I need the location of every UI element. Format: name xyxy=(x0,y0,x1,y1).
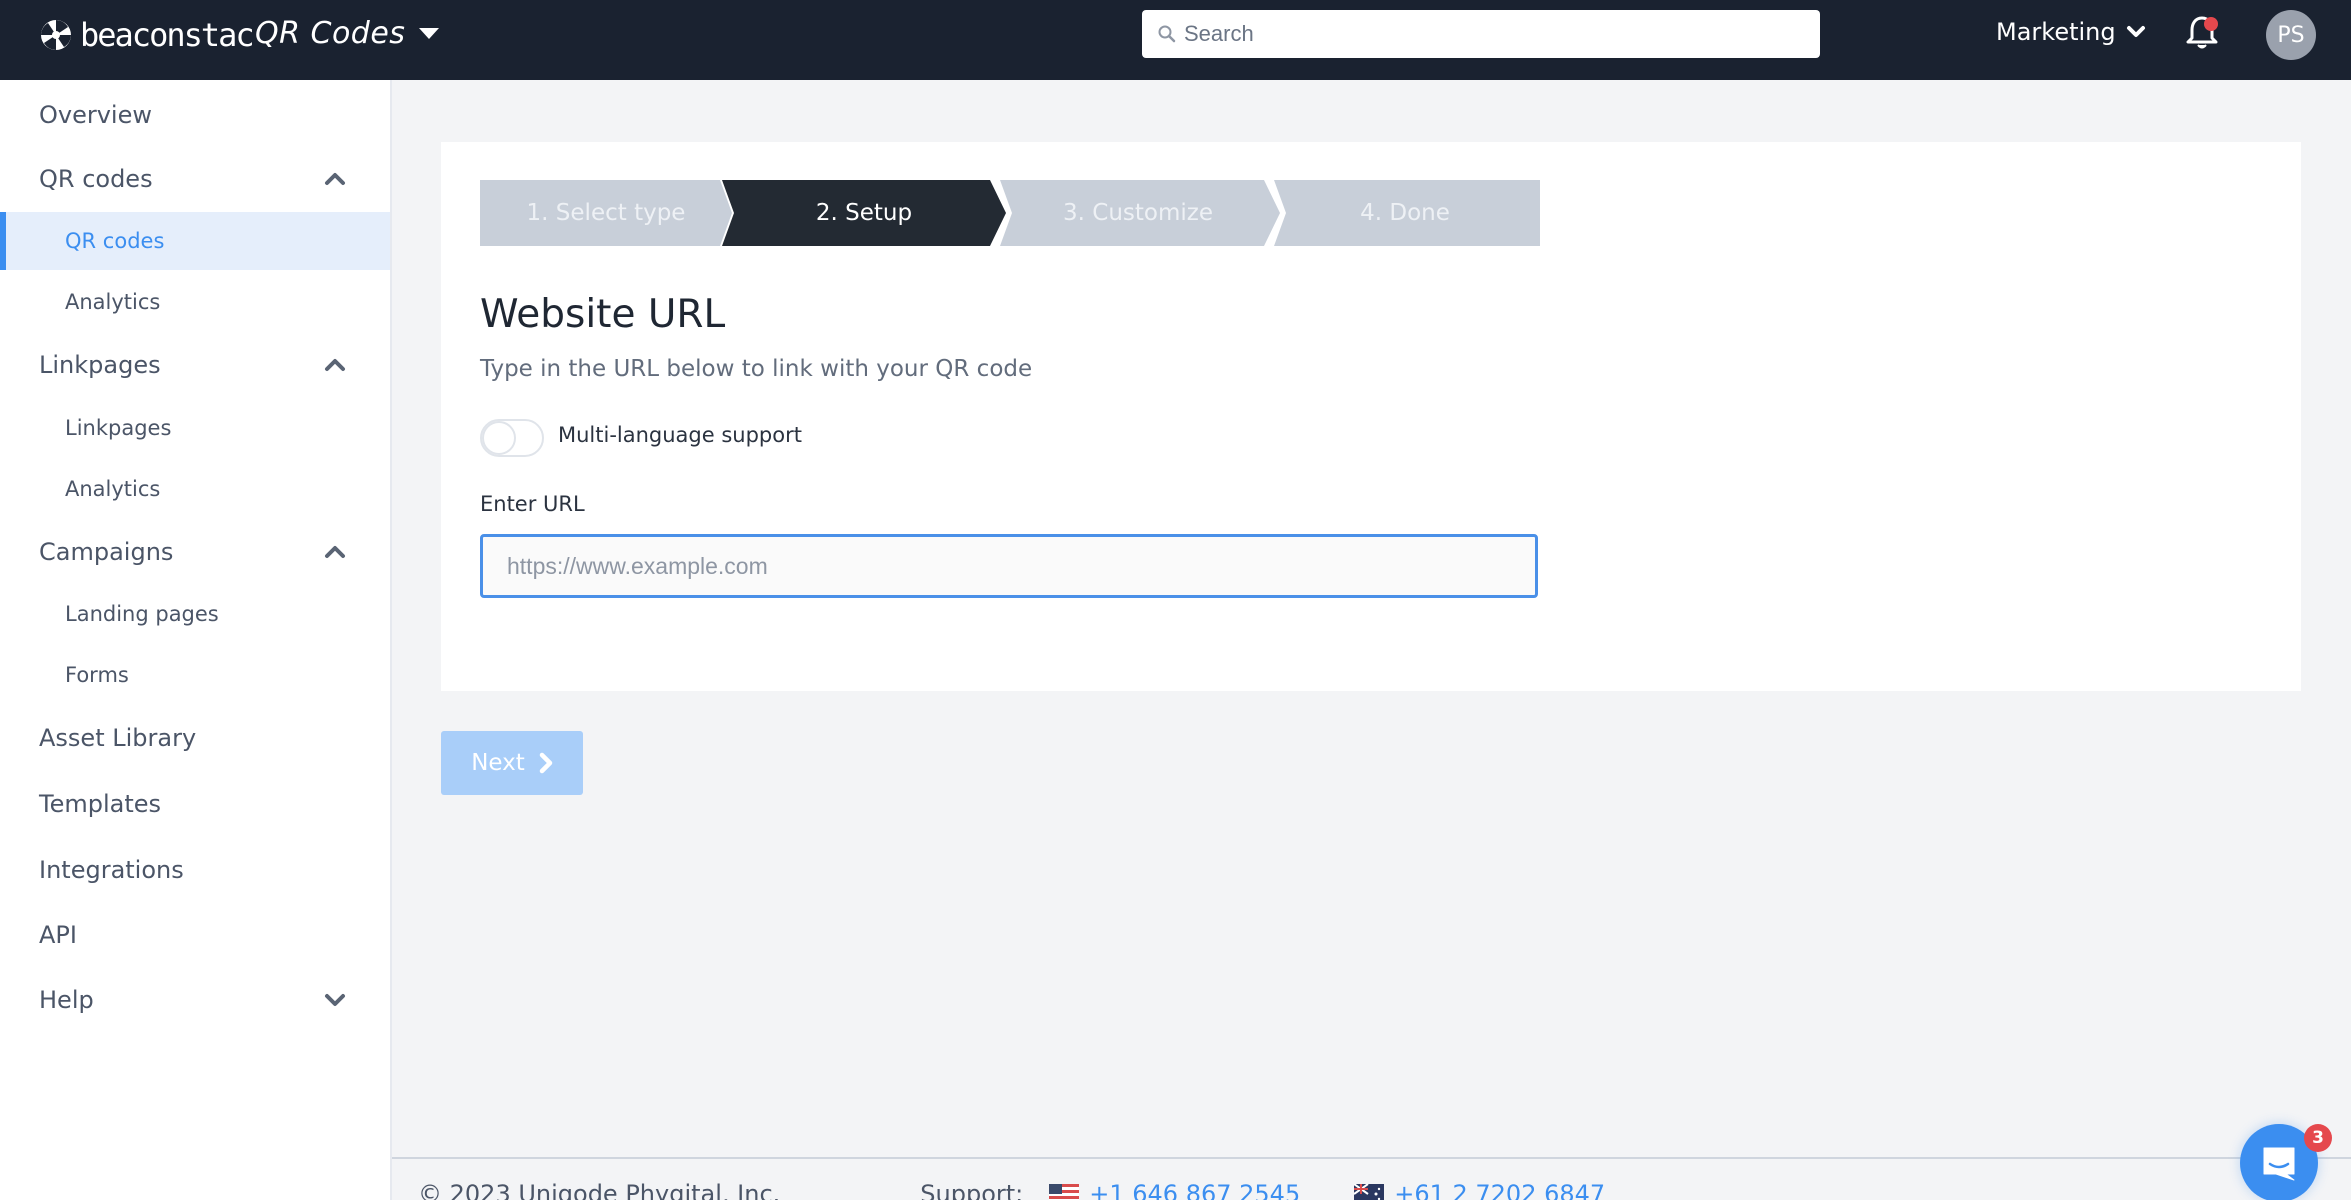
step-label: 2. Setup xyxy=(815,200,913,226)
step-done: 4. Done xyxy=(1270,180,1540,246)
chat-unread-count: 3 xyxy=(2312,1128,2324,1148)
chevron-up-icon xyxy=(325,546,345,558)
caret-down-icon xyxy=(419,28,440,39)
sidebar-item-overview[interactable]: Overview xyxy=(0,90,390,140)
workspace-dropdown[interactable]: Marketing xyxy=(1996,18,2146,46)
sidebar-item-label: QR codes xyxy=(65,229,165,253)
notification-dot xyxy=(2204,17,2218,31)
multi-language-label: Multi-language support xyxy=(558,423,802,447)
chevron-right-icon xyxy=(539,752,553,774)
support-label: Support: xyxy=(920,1180,1024,1200)
sidebar-group-help[interactable]: Help xyxy=(0,975,390,1025)
sidebar-item-forms[interactable]: Forms xyxy=(0,646,390,704)
copyright-text: © 2023 Uniqode Phygital, Inc. xyxy=(418,1180,781,1200)
search-icon xyxy=(1158,25,1176,43)
next-button[interactable]: Next xyxy=(441,731,583,795)
step-setup: 2. Setup xyxy=(722,180,1006,246)
url-input[interactable] xyxy=(480,534,1538,598)
next-button-label: Next xyxy=(471,750,525,776)
url-field-label: Enter URL xyxy=(480,492,585,516)
toggle-knob xyxy=(482,421,516,455)
sidebar-item-templates[interactable]: Templates xyxy=(0,779,390,829)
sidebar-item-qr-analytics[interactable]: Analytics xyxy=(0,273,390,331)
us-flag-icon xyxy=(1049,1184,1080,1200)
sidebar-item-linkpages-analytics[interactable]: Analytics xyxy=(0,460,390,518)
sidebar-item-linkpages[interactable]: Linkpages xyxy=(0,399,390,457)
user-avatar[interactable]: PS xyxy=(2266,10,2316,60)
sidebar-item-integrations[interactable]: Integrations xyxy=(0,845,390,895)
phone-us-link[interactable]: +1 646 867 2545 xyxy=(1089,1180,1300,1200)
page-subtitle: Type in the URL below to link with your … xyxy=(480,356,1033,382)
chevron-down-icon xyxy=(2126,26,2145,37)
workspace-name: Marketing xyxy=(1996,18,2116,46)
sidebar-item-asset-library[interactable]: Asset Library xyxy=(0,713,390,763)
sidebar-item-label: Asset Library xyxy=(39,724,197,752)
chat-bubble-icon xyxy=(2263,1147,2295,1181)
sidebar-group-campaigns[interactable]: Campaigns xyxy=(0,527,390,577)
sidebar-item-label: Help xyxy=(39,986,94,1014)
sidebar-item-label: Linkpages xyxy=(39,351,161,379)
sidebar-item-label: Forms xyxy=(65,663,129,687)
step-label: 4. Done xyxy=(1360,200,1450,226)
search-box[interactable] xyxy=(1142,10,1820,58)
sidebar-item-label: Overview xyxy=(39,101,152,129)
sidebar-item-landing-pages[interactable]: Landing pages xyxy=(0,585,390,643)
sidebar-item-label: Integrations xyxy=(39,856,184,884)
sidebar-item-label: Campaigns xyxy=(39,538,174,566)
chat-unread-badge: 3 xyxy=(2304,1124,2332,1152)
phone-au-link[interactable]: +61 2 7202 6847 xyxy=(1394,1180,1605,1200)
sidebar-item-label: API xyxy=(39,921,77,949)
chevron-up-icon xyxy=(325,359,345,371)
sidebar-item-label: Analytics xyxy=(65,477,161,501)
step-label: 3. Customize xyxy=(1063,200,1213,226)
page-title: Website URL xyxy=(480,292,726,337)
sidebar-item-label: Linkpages xyxy=(65,416,172,440)
sidebar-item-label: Landing pages xyxy=(65,602,219,626)
avatar-initials: PS xyxy=(2277,22,2305,48)
sidebar-item-qr-codes[interactable]: QR codes xyxy=(0,212,390,270)
chevron-up-icon xyxy=(325,173,345,185)
sidebar-group-linkpages[interactable]: Linkpages xyxy=(0,340,390,390)
sidebar-item-label: Analytics xyxy=(65,290,161,314)
step-customize: 3. Customize xyxy=(996,180,1280,246)
sidebar: Overview QR codes QR codes Analytics Lin… xyxy=(0,80,392,1200)
sidebar-item-label: QR codes xyxy=(39,165,153,193)
sidebar-item-label: Templates xyxy=(39,790,162,818)
multi-language-toggle[interactable] xyxy=(480,419,544,457)
product-switcher[interactable]: QR Codes xyxy=(255,16,440,51)
footer: © 2023 Uniqode Phygital, Inc. Support: +… xyxy=(418,1180,1659,1200)
progress-stepper: 1. Select type 2. Setup 3. Customize 4. … xyxy=(480,180,1540,246)
brand-name: beaconstac xyxy=(80,16,255,54)
step-select-type[interactable]: 1. Select type xyxy=(480,180,732,246)
search-input[interactable] xyxy=(1184,21,1784,47)
sidebar-group-qr-codes[interactable]: QR codes xyxy=(0,154,390,204)
beaconstac-logo-icon xyxy=(41,20,71,50)
brand-logo-link[interactable]: beaconstac xyxy=(40,16,255,54)
product-name: QR Codes xyxy=(255,16,406,51)
footer-divider xyxy=(392,1157,2351,1159)
au-flag-icon xyxy=(1354,1184,1385,1200)
step-label: 1. Select type xyxy=(526,200,686,226)
sidebar-item-api[interactable]: API xyxy=(0,910,390,960)
chevron-down-icon xyxy=(325,994,345,1006)
top-navbar: beaconstac QR Codes Marketing PS xyxy=(0,0,2351,80)
